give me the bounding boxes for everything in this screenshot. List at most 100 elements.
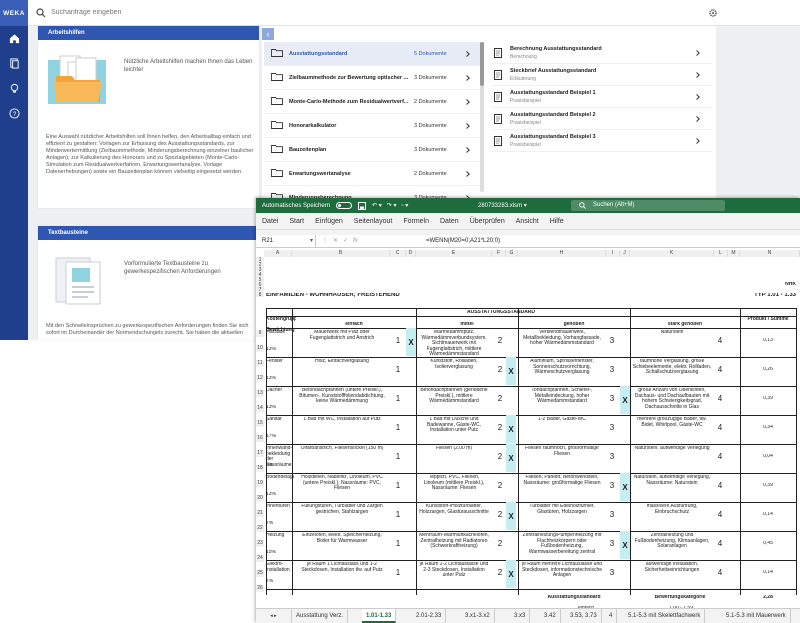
category-scrollbar[interactable] (480, 42, 484, 192)
sheet-tab[interactable]: 5.1-5.3 mit Mauerwerk (722, 609, 791, 623)
sheet-tab[interactable]: 3.x3 (510, 609, 531, 623)
ribbon-tab-7[interactable]: Überprüfen (470, 218, 505, 225)
row-header[interactable]: 24 (256, 555, 264, 562)
category-row[interactable]: Monte-Carlo-Methode zum Residualwertverf… (264, 90, 482, 114)
undo-icon[interactable]: ↶ ▾ (372, 202, 382, 209)
sheet-tab[interactable]: Ausstattung Verz. (292, 609, 349, 623)
help-icon[interactable]: ? (0, 101, 28, 126)
ribbon-tab-6[interactable]: Daten (440, 218, 459, 225)
produkt-value: 0,34 (763, 425, 773, 430)
column-header[interactable]: I (606, 250, 620, 257)
formula-tools[interactable]: ⋮ ✕ ✓ fx (322, 237, 358, 244)
arbeitshilfen-card[interactable]: Arbeitshilfen Nützliche Arbeitshilfen ma… (38, 26, 259, 208)
gehoben-text: Aluminium, Sprossenfenster, Sonnenschutz… (530, 359, 594, 375)
row-header[interactable]: 17 (256, 450, 264, 457)
column-header[interactable]: A (264, 250, 292, 257)
row-header[interactable]: 12 (256, 375, 264, 382)
row-header[interactable]: 20 (256, 495, 264, 502)
sheet-tab[interactable]: 5.1-5.3 mit Skelettfachwerk (624, 609, 706, 623)
quick-access-icon[interactable]: ▫ ▾ (401, 202, 408, 209)
row-header[interactable]: 25 (256, 570, 264, 577)
row-header[interactable]: 19 (256, 480, 264, 487)
row-header[interactable]: 22 (256, 525, 264, 532)
document-row[interactable]: Ausstattungsstandard Beispiel 1 Praxisbei… (492, 86, 712, 108)
row-header[interactable]: 15 (256, 420, 264, 427)
category-row[interactable]: Zielbaummethode zur Bewertung optischer … (264, 66, 482, 90)
name-box[interactable]: R21 (256, 234, 316, 248)
column-header[interactable]: B (292, 250, 390, 257)
textbausteine-card[interactable]: Textbausteine Vorformulierte Textbaustei… (38, 226, 259, 340)
row-header[interactable]: 11 (256, 360, 264, 367)
row-header[interactable]: 18 (256, 465, 264, 472)
row-header[interactable]: 23 (256, 540, 264, 547)
ribbon-tab-9[interactable]: Hilfe (550, 218, 564, 225)
column-header[interactable]: M (728, 250, 740, 257)
stark-value: 4 (717, 452, 723, 461)
row-header[interactable]: 9 (256, 330, 264, 337)
row-header[interactable]: 14 (256, 405, 264, 412)
document-row[interactable]: Ausstattungsstandard Beispiel 3 Praxisbei… (492, 130, 712, 152)
spreadsheet-grid[interactable]: A B C D E F G H I J K L M N 1 2 3 4 5 6 7 8 NHK EINFAMILIEN - W… (256, 250, 800, 608)
document-row[interactable]: Ausstattungsstandard Beispiel 2 Praxisbei… (492, 108, 712, 130)
lightbulb-icon[interactable] (0, 76, 28, 101)
ribbon-tab-2[interactable]: Start (289, 218, 304, 225)
save-icon[interactable] (358, 201, 367, 210)
formula-bar: R21 ▾ ⋮ ✕ ✓ fx =WENN(M20=0;A21*L20;0) (256, 234, 800, 248)
excel-search-box[interactable]: Suchen (Alt+M) (571, 200, 725, 211)
autosave-toggle[interactable] (336, 202, 353, 209)
search-input[interactable] (51, 9, 351, 16)
column-header[interactable]: J (620, 250, 630, 257)
row-header[interactable]: 26 (256, 585, 264, 592)
sheet-tab[interactable]: 3.42 (540, 609, 561, 623)
sheet-tab[interactable]: 4 (605, 609, 618, 623)
column-header[interactable]: N (740, 250, 800, 257)
mittel-text: Teppich, PVC, Fliesen, Linoleum (mittler… (423, 475, 485, 491)
documents-icon[interactable] (0, 51, 28, 76)
column-header[interactable]: E (416, 250, 492, 257)
file-name[interactable]: 280733283.xlsm ▾ (478, 202, 527, 209)
category-row[interactable]: Ausstattungsstandard 5 Dokumente (264, 42, 482, 66)
sheet-tab[interactable]: 3.x1-3.x2 (461, 609, 495, 623)
column-header[interactable]: K (630, 250, 714, 257)
name-box-dropdown-icon[interactable]: ▾ (310, 237, 313, 244)
formula-input[interactable]: =WENN(M20=0;A21*L20;0) (426, 238, 500, 244)
document-row[interactable]: Berechnung Ausstattungsstandard Berechnun… (492, 42, 712, 64)
column-header[interactable]: G (506, 250, 518, 257)
stark-value: 4 (717, 394, 723, 403)
ribbon-tab-4[interactable]: Seitenlayout (354, 218, 393, 225)
upload-icon[interactable] (0, 338, 28, 363)
sheet-tab[interactable]: 2.01-2.33 (412, 609, 447, 623)
produkt-value: 0,45 (763, 541, 773, 546)
ribbon-tab-5[interactable]: Formeln (403, 218, 429, 225)
category-title: Monte-Carlo-Methode zum Residualwertverf… (289, 98, 409, 105)
row-header[interactable]: 8 (256, 292, 264, 298)
sheet-tab[interactable]: 1.01-1.33 (362, 609, 397, 623)
row-header[interactable]: 16 (256, 435, 264, 442)
row-header[interactable]: 21 (256, 510, 264, 517)
category-title: Zielbaummethode zur Bewertung optischer … (289, 74, 409, 81)
row-header[interactable]: 13 (256, 390, 264, 397)
category-title: Erwartungswertanalyse (289, 170, 351, 177)
column-header[interactable]: H (518, 250, 606, 257)
gear-icon[interactable] (708, 8, 718, 18)
category-row[interactable]: Honorarkalkulator 3 Dokumente (264, 114, 482, 138)
column-header[interactable]: C (390, 250, 406, 257)
sheet-tab[interactable]: 3.53, 3.73 (566, 609, 602, 623)
tab-nav-arrows[interactable]: ◂ ▸ (256, 609, 292, 623)
table-border (266, 316, 796, 317)
category-row[interactable]: Erwartungswertanalyse 2 Dokumente (264, 162, 482, 186)
selection-mark: X (622, 396, 628, 405)
ribbon-tab-1[interactable]: Datei (262, 218, 278, 225)
category-row[interactable]: Bauzeitenplan 3 Dokumente (264, 138, 482, 162)
document-row[interactable]: Steckbrief Ausstattungsstandard Erläuteru… (492, 64, 712, 86)
column-header[interactable]: D (406, 250, 416, 257)
gewichtung-pct: 2% (266, 463, 274, 468)
column-header[interactable]: F (492, 250, 506, 257)
ribbon-tab-8[interactable]: Ansicht (516, 218, 539, 225)
collapse-panel-button[interactable]: ‹ (262, 28, 274, 40)
ribbon-tab-3[interactable]: Einfügen (315, 218, 343, 225)
row-header[interactable]: 10 (256, 345, 264, 352)
column-header[interactable]: L (714, 250, 728, 257)
redo-icon[interactable]: ↷ ▾ (387, 202, 397, 209)
home-icon[interactable] (0, 26, 28, 51)
